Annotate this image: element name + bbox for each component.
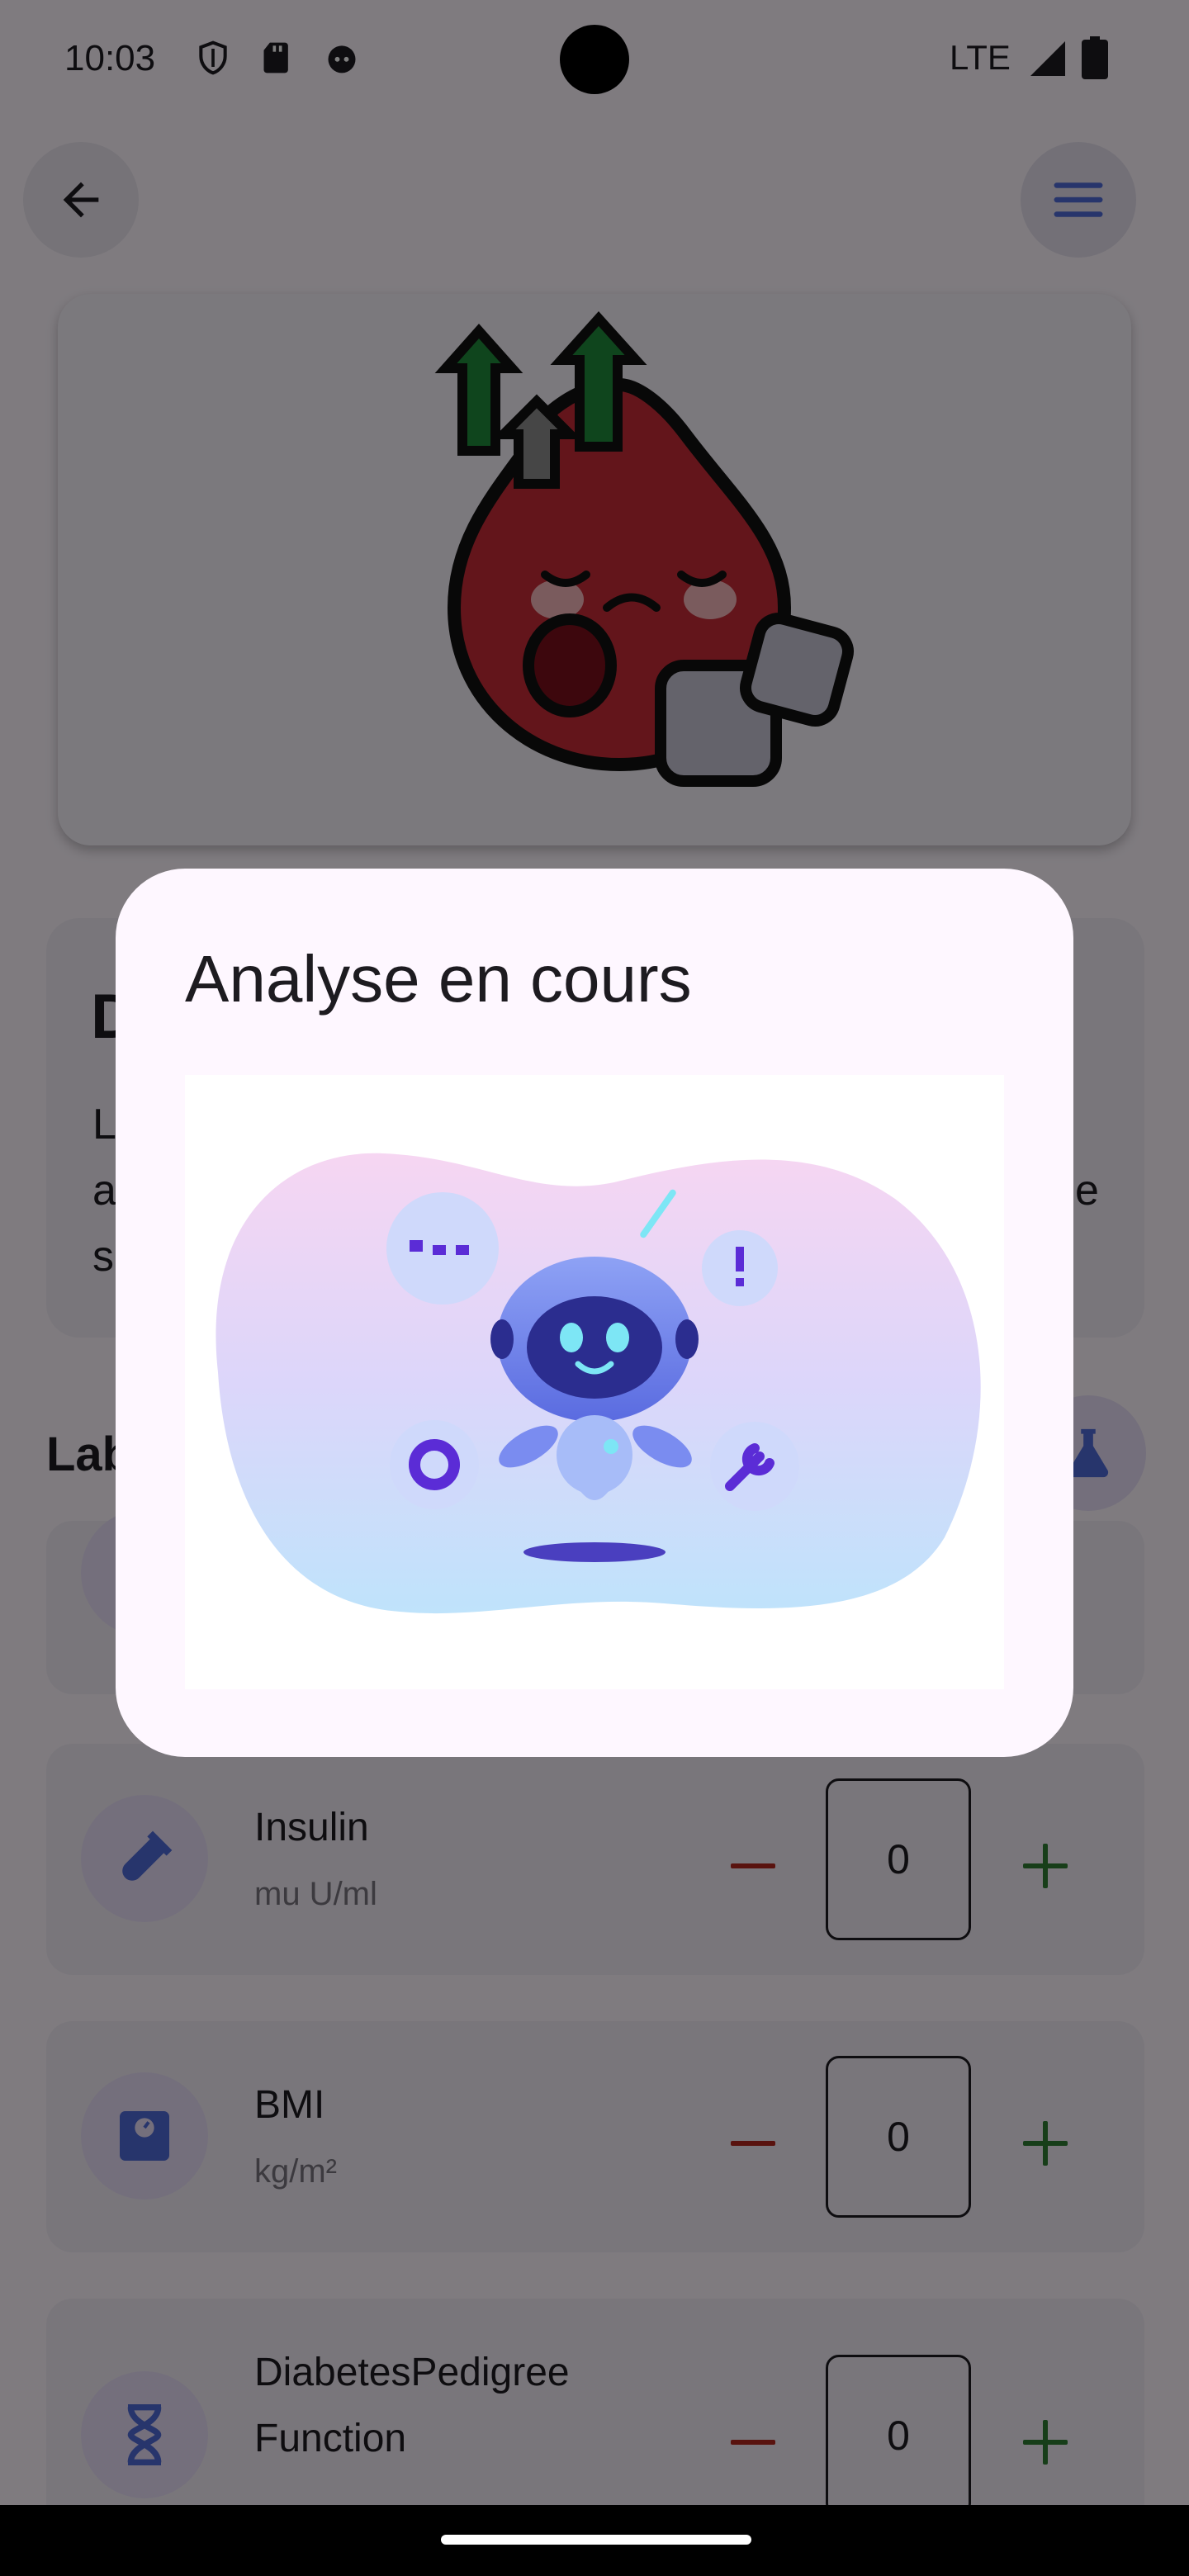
- dialog-title: Analyse en cours: [185, 942, 692, 1016]
- ai-robot-illustration: [216, 1153, 981, 1614]
- robot-illustration: [185, 1075, 1004, 1689]
- home-gesture-handle[interactable]: [441, 2535, 751, 2545]
